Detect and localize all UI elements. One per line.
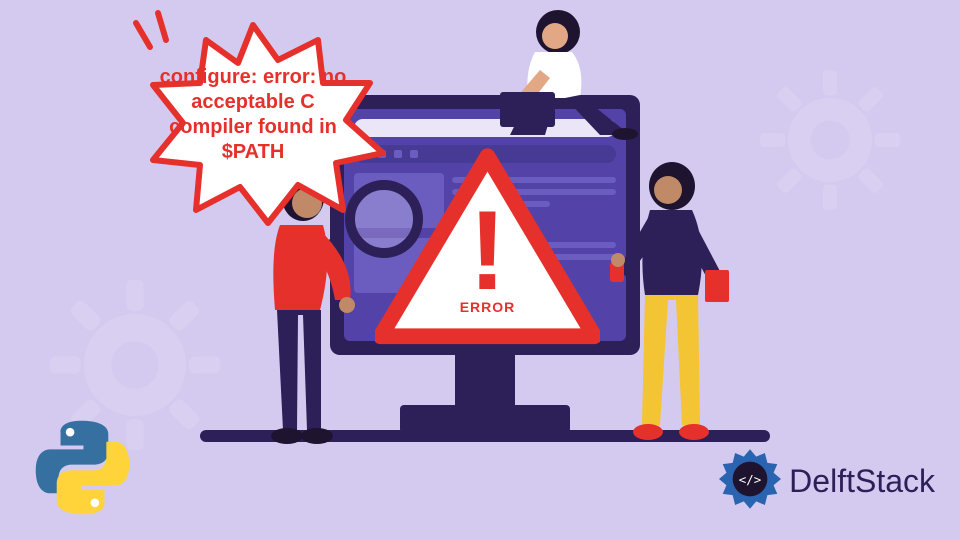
svg-text:</>: </> [739, 472, 761, 487]
svg-text:!: ! [469, 187, 506, 313]
python-logo-icon [30, 415, 135, 520]
error-speech-bubble: configure: error: no acceptable C compil… [128, 20, 388, 220]
delftstack-gear-icon: </> [719, 448, 781, 515]
error-message-text: configure: error: no acceptable C compil… [158, 65, 348, 165]
person-right-illustration [610, 160, 745, 445]
person-top-illustration [470, 10, 645, 140]
delftstack-brand: </> DelftStack [719, 448, 935, 515]
gear-decoration-right [760, 70, 900, 210]
brand-name-text: DelftStack [789, 463, 935, 500]
error-label: ERROR [375, 299, 600, 315]
monitor-stand-base [400, 405, 570, 433]
